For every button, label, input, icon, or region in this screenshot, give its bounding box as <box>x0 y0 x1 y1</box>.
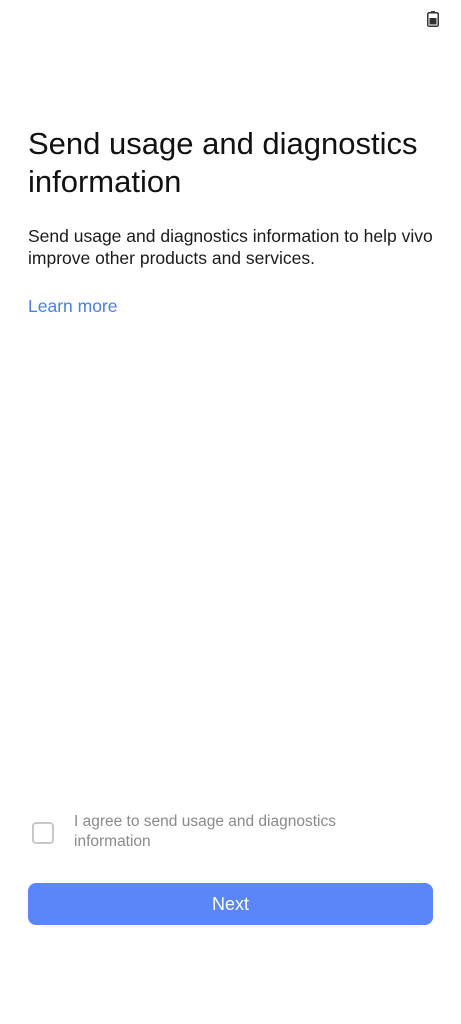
next-button[interactable]: Next <box>28 883 433 925</box>
learn-more-link[interactable]: Learn more <box>28 295 118 317</box>
consent-label: I agree to send usage and diagnostics in… <box>74 813 336 850</box>
consent-row[interactable]: I agree to send usage and diagnostics in… <box>30 812 430 856</box>
page-title: Send usage and diagnostics information <box>28 126 418 199</box>
consent-checkbox[interactable] <box>32 822 54 844</box>
battery-icon <box>427 11 439 27</box>
status-bar <box>0 0 461 36</box>
page-description: Send usage and diagnostics information t… <box>28 226 433 268</box>
